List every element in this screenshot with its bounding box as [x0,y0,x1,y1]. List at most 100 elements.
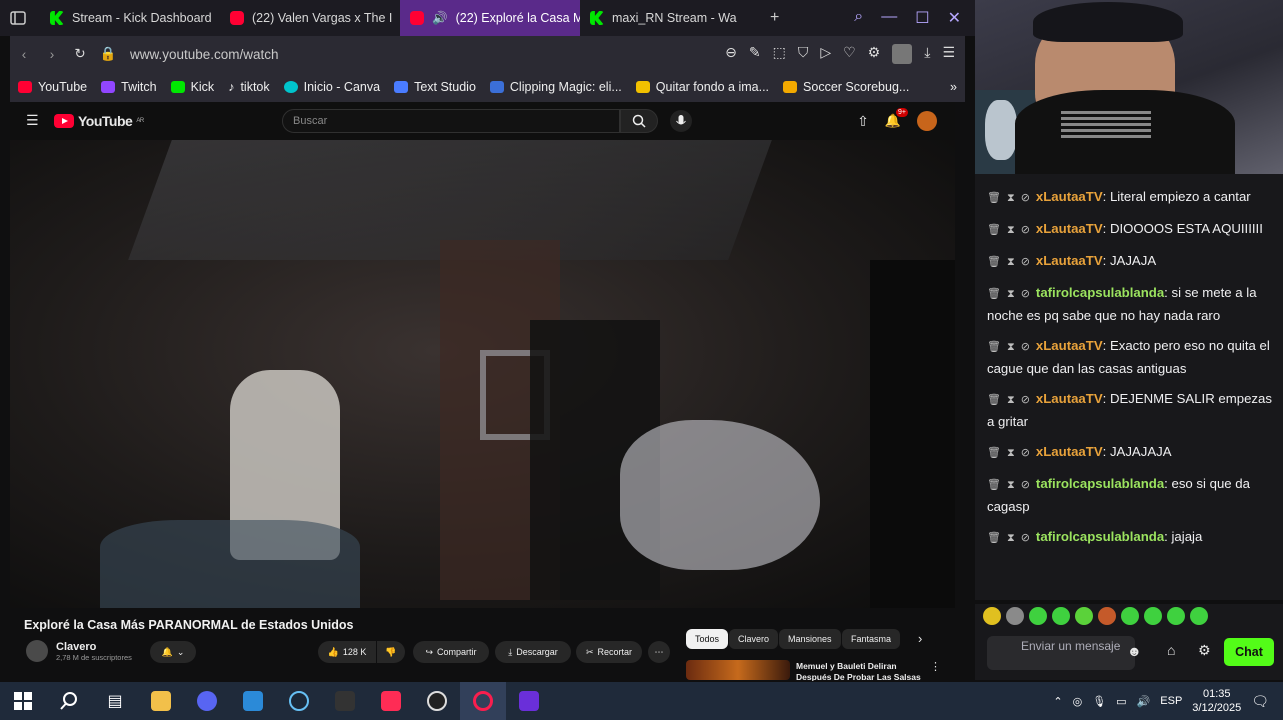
more-actions-button[interactable]: ⋯ [648,641,670,663]
tab-kick-dashboard[interactable]: Stream - Kick Dashboard [40,0,220,36]
timeout-icon[interactable]: ⧗ [1007,192,1015,204]
search-tabs-icon[interactable]: ⌕ [854,8,863,28]
taskbar-search[interactable] [46,682,92,720]
recommended-thumbnail[interactable] [686,660,790,680]
delete-icon[interactable]: 🗑 [987,224,1001,236]
upload-icon[interactable]: ⇧ [857,113,869,130]
tab-explore-casa[interactable]: 🔊 (22) Exploré la Casa M [400,0,580,36]
ban-icon[interactable]: ⊘ [1021,447,1030,459]
start-button[interactable] [0,682,46,720]
like-button[interactable]: 👍 128 K [318,641,376,663]
dislike-button[interactable]: 👎 [377,641,405,663]
reload-button[interactable]: ↻ [66,46,94,62]
bookmark-quitar-fondo[interactable]: Quitar fondo a ima... [635,80,769,94]
ban-icon[interactable]: ⊘ [1021,256,1030,268]
microphone-icon[interactable]: 🎙 [1092,695,1106,708]
chat-username[interactable]: xLautaaTV [1036,253,1103,268]
bookmark-clipping-magic[interactable]: Clipping Magic: eli... [489,80,622,94]
delete-icon[interactable]: 🗑 [987,341,1001,353]
tab-valen-vargas[interactable]: (22) Valen Vargas x The I [220,0,400,36]
download-button[interactable]: ⤓ Descargar [495,641,571,663]
emote-icon[interactable] [1006,607,1024,625]
minimize-button[interactable]: — [881,8,897,28]
chip-todos[interactable]: Todos [686,629,729,649]
emote-icon[interactable] [983,607,1001,625]
search-input[interactable]: Buscar [282,109,620,133]
opera-gx-app[interactable] [460,682,506,720]
clock[interactable]: 01:35 3/12/2025 [1192,687,1241,715]
obs-app[interactable] [414,682,460,720]
more-bookmarks-icon[interactable]: » [950,80,965,94]
delete-icon[interactable]: 🗑 [987,532,1001,544]
chip-clavero[interactable]: Clavero [729,629,779,649]
emoji-icon[interactable]: ☻ [1127,643,1142,659]
emote-icon[interactable] [1121,607,1139,625]
language-indicator[interactable]: ESP [1160,695,1182,707]
back-button[interactable]: ‹ [10,47,38,62]
bookmark-twitch[interactable]: Twitch [101,80,157,94]
channel-name[interactable]: Clavero [56,641,132,653]
nzxt-app[interactable] [506,682,552,720]
menu-icon[interactable]: ☰ [942,44,955,64]
store-icon[interactable]: ⌂ [1167,642,1175,658]
close-window-button[interactable]: ✕ [948,8,961,28]
heart-icon[interactable]: ♡ [843,44,856,64]
profile-avatar[interactable] [892,44,913,64]
chip-fantasma[interactable]: Fantasma [842,629,901,649]
ban-icon[interactable]: ⊘ [1021,224,1030,236]
timeout-icon[interactable]: ⧗ [1007,479,1015,491]
zoom-out-icon[interactable]: ⊖ [725,44,737,64]
chip-mansiones[interactable]: Mansiones [779,629,841,649]
timeout-icon[interactable]: ⧗ [1007,224,1015,236]
file-explorer[interactable] [138,682,184,720]
send-chat-button[interactable]: Chat [1224,638,1274,666]
emote-icon[interactable] [1052,607,1070,625]
channel-avatar[interactable] [26,640,48,662]
maximize-button[interactable]: ☐ [915,8,929,28]
emote-icon[interactable] [1144,607,1162,625]
emote-icon[interactable] [1075,607,1093,625]
chat-username[interactable]: xLautaaTV [1036,338,1103,353]
bookmark-youtube[interactable]: YouTube [18,80,87,94]
emote-icon[interactable] [1029,607,1047,625]
tiktok-app[interactable] [368,682,414,720]
bookmark-text-studio[interactable]: Text Studio [394,80,476,94]
volume-icon[interactable]: 🔊 [1137,695,1151,708]
subscription-bell-button[interactable]: 🔔 ⌄ [150,641,196,663]
task-view[interactable]: ▤ [92,682,138,720]
discord-app[interactable] [184,682,230,720]
speaker-icon[interactable]: 🔊 [432,11,448,26]
recommended-menu-icon[interactable]: ⋮ [930,660,941,673]
forward-button[interactable]: › [38,47,66,62]
show-hidden-icons[interactable]: ⌃ [1053,695,1062,708]
delete-icon[interactable]: 🗑 [987,288,1001,300]
timeout-icon[interactable]: ⧗ [1007,394,1015,406]
play-icon[interactable]: ▷ [820,44,831,64]
ban-icon[interactable]: ⊘ [1021,341,1030,353]
timeout-icon[interactable]: ⧗ [1007,256,1015,268]
delete-icon[interactable]: 🗑 [987,447,1001,459]
emote-icon[interactable] [1098,607,1116,625]
notifications-button[interactable]: 🔔 9+ [885,108,908,130]
chat-input[interactable]: Enviar un mensaje [987,636,1135,670]
download-icon[interactable]: ⤓ [924,44,930,64]
shield-icon[interactable]: ⛉ [798,44,809,64]
emote-icon[interactable] [1167,607,1185,625]
network-icon[interactable]: ▭ [1116,695,1126,708]
account-avatar[interactable] [917,111,937,131]
extensions-icon[interactable]: ⚙ [868,44,881,64]
pin-icon[interactable]: ✎ [749,44,761,64]
ban-icon[interactable]: ⊘ [1021,192,1030,204]
video-player[interactable] [10,140,955,608]
youtube-logo[interactable]: YouTube AR [54,113,144,129]
new-tab-button[interactable]: + [760,0,790,36]
chat-username[interactable]: xLautaaTV [1036,221,1103,236]
ban-icon[interactable]: ⊘ [1021,479,1030,491]
chat-username[interactable]: xLautaaTV [1036,189,1103,204]
chat-username[interactable]: xLautaaTV [1036,391,1103,406]
bookmark-tiktok[interactable]: ♪ tiktok [228,80,269,94]
timeout-icon[interactable]: ⧗ [1007,447,1015,459]
delete-icon[interactable]: 🗑 [987,394,1001,406]
epic-games-app[interactable] [322,682,368,720]
delete-icon[interactable]: 🗑 [987,256,1001,268]
